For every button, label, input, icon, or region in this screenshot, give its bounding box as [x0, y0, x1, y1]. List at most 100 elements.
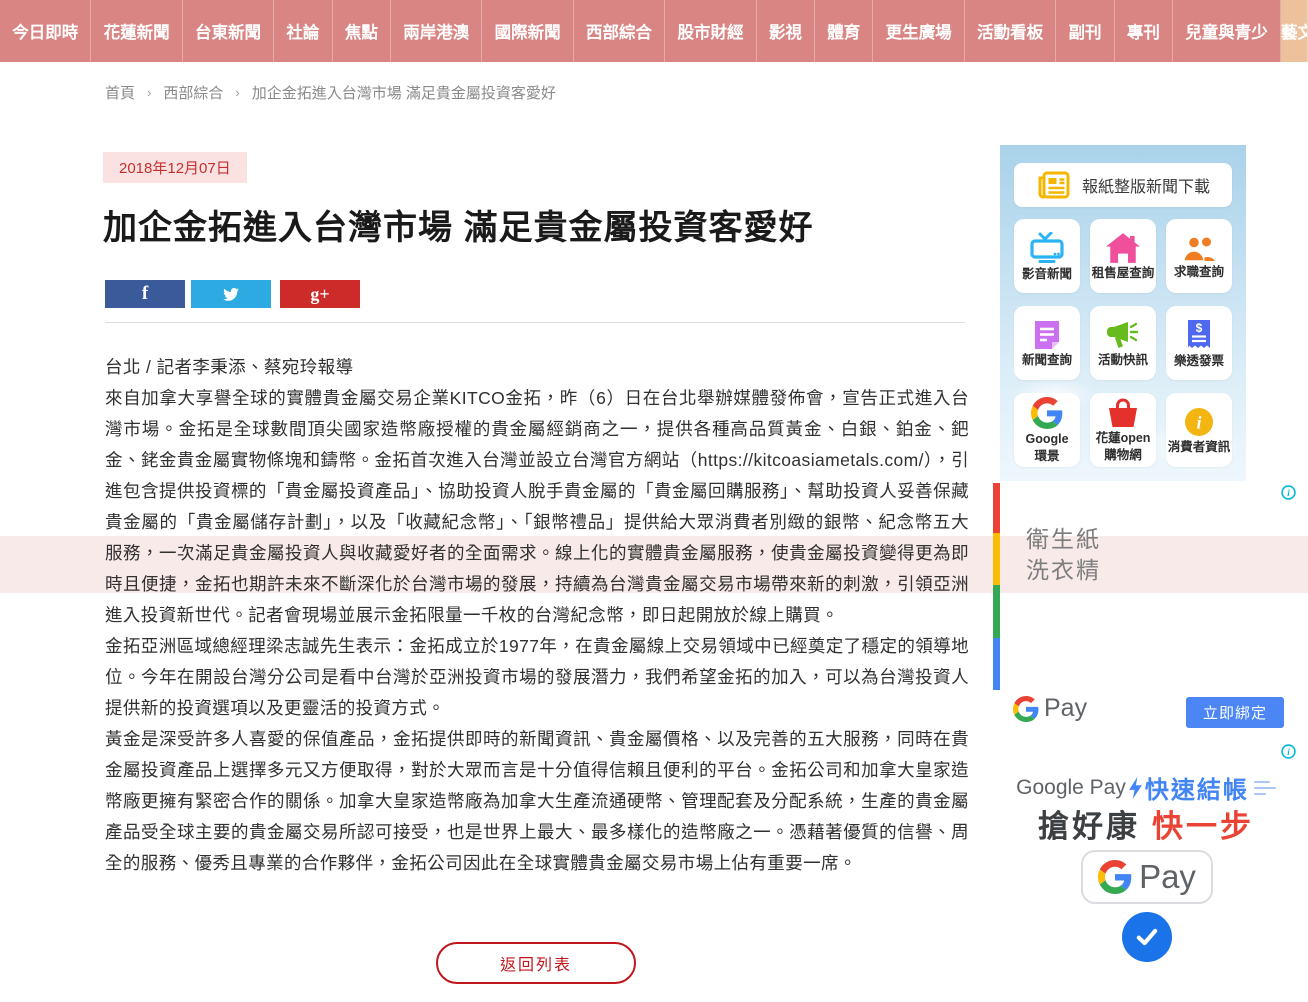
facebook-share-button[interactable]: f [105, 280, 185, 308]
sidebar-item-label: 影音新聞 [1022, 267, 1072, 281]
google-plus-share-button[interactable]: g+ [280, 280, 360, 308]
nav-item-events-board[interactable]: 活動看板 [965, 0, 1056, 62]
promo-subline-dark: 搶好康 [1038, 801, 1140, 846]
page-title: 加企金拓進入台灣市場 滿足貴金屬投資客愛好 [103, 200, 983, 249]
sidebar-item-label: Google [1025, 432, 1068, 446]
article-paragraph: 黃金是深受許多人喜愛的保值產品，金拓提供即時的新聞資訊、貴金屬價格、以及完善的五… [105, 724, 969, 879]
article-byline: 台北 / 記者李秉添、蔡宛玲報導 [105, 352, 969, 383]
nav-item-international[interactable]: 國際新聞 [482, 0, 573, 62]
sidebar-item-label: 租售屋查詢 [1092, 266, 1155, 280]
twitter-share-button[interactable] [191, 280, 271, 308]
sidebar-item-label: 新聞查詢 [1022, 353, 1072, 367]
sidebar-item-label-line2: 環景 [1034, 449, 1059, 463]
divider [105, 322, 965, 323]
gpay-logo-pay-text: Pay [1139, 858, 1196, 896]
nav-item-arts-partial[interactable]: 藝文 [1281, 0, 1308, 62]
sidebar-quick-links: 報紙整版新聞下載 影音新聞 租售屋查詢 [1000, 145, 1246, 481]
nav-item-hualien[interactable]: 花蓮新聞 [91, 0, 182, 62]
twitter-icon [220, 285, 242, 303]
gpay-logo-pay-text: Pay [1044, 694, 1087, 723]
sidebar-item-job-search[interactable]: 求職查詢 [1166, 219, 1232, 293]
nav-item-today[interactable]: 今日即時 [0, 0, 91, 62]
nav-item-taitung[interactable]: 台東新聞 [183, 0, 274, 62]
nav-item-supplement[interactable]: 副刊 [1056, 0, 1114, 62]
sidebar-item-event-news[interactable]: 活動快訊 [1090, 306, 1156, 380]
breadcrumb-separator: › [147, 85, 151, 100]
sidebar-item-label-line2: 購物網 [1104, 448, 1142, 462]
svg-text:i: i [1196, 412, 1201, 432]
breadcrumb: 首頁 › 西部綜合 › 加企金拓進入台灣市場 滿足貴金屬投資客愛好 [105, 82, 556, 103]
nav-item-editorial[interactable]: 社論 [274, 0, 332, 62]
speed-lines-decoration [1254, 781, 1276, 795]
sidebar-item-hualien-open-shop[interactable]: 花蓮open 購物網 [1090, 393, 1156, 467]
google-icon [1031, 397, 1063, 429]
sidebar-item-label: 活動快訊 [1098, 353, 1148, 367]
nav-item-cross-strait[interactable]: 兩岸港澳 [391, 0, 482, 62]
sidebar-item-label: 樂透發票 [1174, 354, 1224, 368]
check-circle-icon [1122, 912, 1172, 962]
nav-item-entertainment[interactable]: 影視 [757, 0, 815, 62]
google-pay-brand-text: Google Pay [1016, 776, 1126, 800]
bind-now-button[interactable]: 立即綁定 [1186, 697, 1284, 728]
article-body: 台北 / 記者李秉添、蔡宛玲報導 來自加拿大享譽全球的實體貴金屬交易企業KITC… [105, 352, 969, 879]
gpay-logo: Pay [1013, 694, 1087, 723]
promo-subline-row: 搶好康 快一步 [996, 801, 1296, 846]
sidebar-item-lottery-invoice[interactable]: $ 樂透發票 [1166, 306, 1232, 380]
article-paragraph: 金拓亞洲區域總經理梁志誠先生表示：金拓成立於1977年，在貴金屬線上交易領域中已… [105, 631, 969, 724]
house-icon [1106, 233, 1140, 263]
google-g-icon [1098, 860, 1132, 894]
gpay-logo-pill: Pay [1081, 850, 1213, 904]
facebook-icon: f [142, 283, 148, 305]
article-paragraph: 來自加拿大享譽全球的實體貴金屬交易企業KITCO金拓，昨（6）日在台北舉辦媒體發… [105, 383, 969, 631]
breadcrumb-section[interactable]: 西部綜合 [163, 82, 223, 103]
shopping-bag-icon [1107, 398, 1139, 428]
article-date-badge: 2018年12月07日 [103, 152, 247, 183]
people-icon [1182, 234, 1216, 262]
back-to-list-button[interactable]: 返回列表 [436, 942, 636, 984]
newspaper-download-button[interactable]: 報紙整版新聞下載 [1014, 163, 1232, 207]
gpay-promo-ad[interactable]: Google Pay 快速結帳 搶好康 快一步 Pay [996, 744, 1296, 1002]
ad-choices-icon[interactable]: i [1281, 744, 1296, 764]
breadcrumb-current: 加企金拓進入台灣市場 滿足貴金屬投資客愛好 [252, 82, 556, 103]
nav-item-focus[interactable]: 焦點 [333, 0, 391, 62]
ad-product-text[interactable]: 衛生紙 洗衣精 [1026, 524, 1101, 586]
ad-product-line2: 洗衣精 [1026, 555, 1101, 586]
sidebar-item-google-streetview[interactable]: Google 環景 [1014, 393, 1080, 467]
nav-item-special[interactable]: 專刊 [1115, 0, 1173, 62]
nav-item-west[interactable]: 西部綜合 [574, 0, 665, 62]
nav-item-youth[interactable]: 兒童與青少 [1173, 0, 1281, 62]
google-plus-icon: g+ [310, 284, 329, 305]
sidebar-item-housing-search[interactable]: 租售屋查詢 [1090, 219, 1156, 293]
top-nav: 今日即時 花蓮新聞 台東新聞 社論 焦點 兩岸港澳 國際新聞 西部綜合 股市財經… [0, 0, 1308, 62]
sidebar-item-label: 消費者資訊 [1168, 440, 1231, 454]
document-icon [1033, 320, 1061, 350]
breadcrumb-home[interactable]: 首頁 [105, 82, 135, 103]
svg-text:i: i [1287, 488, 1290, 498]
promo-headline-text: 快速結帳 [1145, 770, 1249, 805]
nav-item-stocks[interactable]: 股市財經 [665, 0, 756, 62]
quick-link-grid: 影音新聞 租售屋查詢 求職查詢 [1014, 219, 1232, 467]
ad-choices-icon[interactable]: i [1281, 485, 1296, 505]
promo-headline-row: Google Pay 快速結帳 [996, 770, 1296, 805]
nav-item-gengsheng-plaza[interactable]: 更生廣場 [873, 0, 964, 62]
svg-text:i: i [1287, 747, 1290, 757]
tv-icon [1030, 232, 1064, 264]
sidebar-item-news-search[interactable]: 新聞查詢 [1014, 306, 1080, 380]
share-buttons: f g+ [105, 280, 360, 308]
breadcrumb-separator: › [235, 85, 239, 100]
sidebar-item-label: 花蓮open [1096, 431, 1151, 445]
info-icon: i [1184, 407, 1214, 437]
svg-text:$: $ [1196, 321, 1203, 335]
newspaper-download-label: 報紙整版新聞下載 [1082, 173, 1210, 197]
promo-subline-red: 快一步 [1152, 801, 1254, 846]
ad-color-bar [993, 483, 1000, 690]
megaphone-icon [1106, 320, 1140, 350]
google-g-icon [1013, 696, 1039, 722]
receipt-icon: $ [1186, 319, 1212, 351]
ad-product-line1: 衛生紙 [1026, 524, 1101, 555]
sidebar-item-consumer-info[interactable]: i 消費者資訊 [1166, 393, 1232, 467]
nav-item-sports[interactable]: 體育 [815, 0, 873, 62]
sidebar-item-label: 求職查詢 [1174, 265, 1224, 279]
sidebar-item-video-news[interactable]: 影音新聞 [1014, 219, 1080, 293]
lightning-bolt-icon [1129, 777, 1142, 799]
